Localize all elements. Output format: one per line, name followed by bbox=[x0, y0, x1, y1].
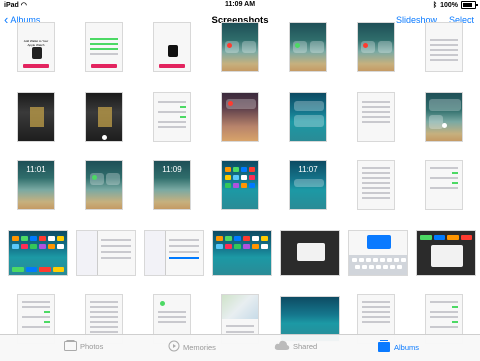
tab-bar: Photos Memories Shared Albums bbox=[0, 334, 480, 361]
photo-thumbnail[interactable] bbox=[70, 85, 138, 149]
thumbnail-clock: 11:07 bbox=[298, 165, 318, 174]
photo-thumbnail[interactable] bbox=[206, 153, 274, 217]
photo-thumbnail[interactable]: Add Wallet to Your Apple Watch bbox=[2, 15, 70, 79]
memories-icon bbox=[168, 340, 180, 354]
photo-thumbnail[interactable] bbox=[70, 15, 138, 79]
tab-shared[interactable]: Shared bbox=[274, 340, 317, 353]
photo-thumbnail[interactable] bbox=[274, 85, 342, 149]
photo-thumbnail[interactable] bbox=[342, 15, 410, 79]
photo-thumbnail[interactable] bbox=[138, 85, 206, 149]
photo-thumbnail[interactable] bbox=[344, 221, 412, 285]
photo-thumbnail[interactable] bbox=[412, 221, 480, 285]
photo-thumbnail[interactable] bbox=[206, 15, 274, 79]
shared-cloud-icon bbox=[274, 340, 290, 353]
status-bar: iPad ◠ 11:09 AM ᛒ 100% bbox=[0, 0, 480, 12]
photo-thumbnail[interactable] bbox=[410, 15, 478, 79]
status-right: ᛒ 100% bbox=[432, 1, 478, 9]
tab-albums-label: Albums bbox=[394, 342, 420, 352]
tab-photos-label: Photos bbox=[80, 342, 104, 351]
tab-photos[interactable]: Photos bbox=[64, 340, 103, 353]
photo-thumbnail[interactable] bbox=[72, 221, 140, 285]
photo-thumbnail[interactable]: 11:09 bbox=[138, 153, 206, 217]
photo-grid: Add Wallet to Your Apple Watch 11:01 11:… bbox=[0, 22, 480, 344]
photo-thumbnail[interactable]: 11:01 bbox=[2, 153, 70, 217]
photo-thumbnail[interactable] bbox=[2, 85, 70, 149]
photo-thumbnail[interactable] bbox=[274, 15, 342, 79]
tab-memories-label: Memories bbox=[183, 342, 216, 352]
bluetooth-icon: ᛒ bbox=[432, 1, 438, 9]
photo-thumbnail[interactable] bbox=[70, 153, 138, 217]
photo-thumbnail[interactable] bbox=[410, 153, 478, 217]
thumbnail-clock: 11:01 bbox=[26, 165, 46, 174]
tab-albums[interactable]: Albums bbox=[378, 340, 419, 354]
thumbnail-caption: Add Wallet to Your Apple Watch bbox=[23, 39, 49, 47]
photo-thumbnail[interactable] bbox=[206, 85, 274, 149]
photo-thumbnail[interactable]: 11:07 bbox=[274, 153, 342, 217]
photo-thumbnail[interactable] bbox=[410, 85, 478, 149]
photo-thumbnail[interactable] bbox=[138, 15, 206, 79]
photo-thumbnail[interactable] bbox=[140, 221, 208, 285]
battery-percent: 100% bbox=[440, 1, 458, 9]
albums-icon bbox=[378, 340, 391, 354]
status-time: 11:09 AM bbox=[224, 1, 256, 8]
photo-thumbnail[interactable] bbox=[342, 85, 410, 149]
photo-thumbnail[interactable] bbox=[208, 221, 276, 285]
photo-thumbnail[interactable] bbox=[342, 153, 410, 217]
photo-thumbnail[interactable] bbox=[276, 221, 344, 285]
tab-shared-label: Shared bbox=[293, 342, 318, 351]
photo-thumbnail[interactable] bbox=[4, 221, 72, 285]
thumbnail-clock: 11:09 bbox=[162, 165, 182, 174]
photos-icon bbox=[64, 340, 77, 353]
tab-memories[interactable]: Memories bbox=[168, 340, 216, 354]
battery-icon bbox=[461, 1, 478, 9]
